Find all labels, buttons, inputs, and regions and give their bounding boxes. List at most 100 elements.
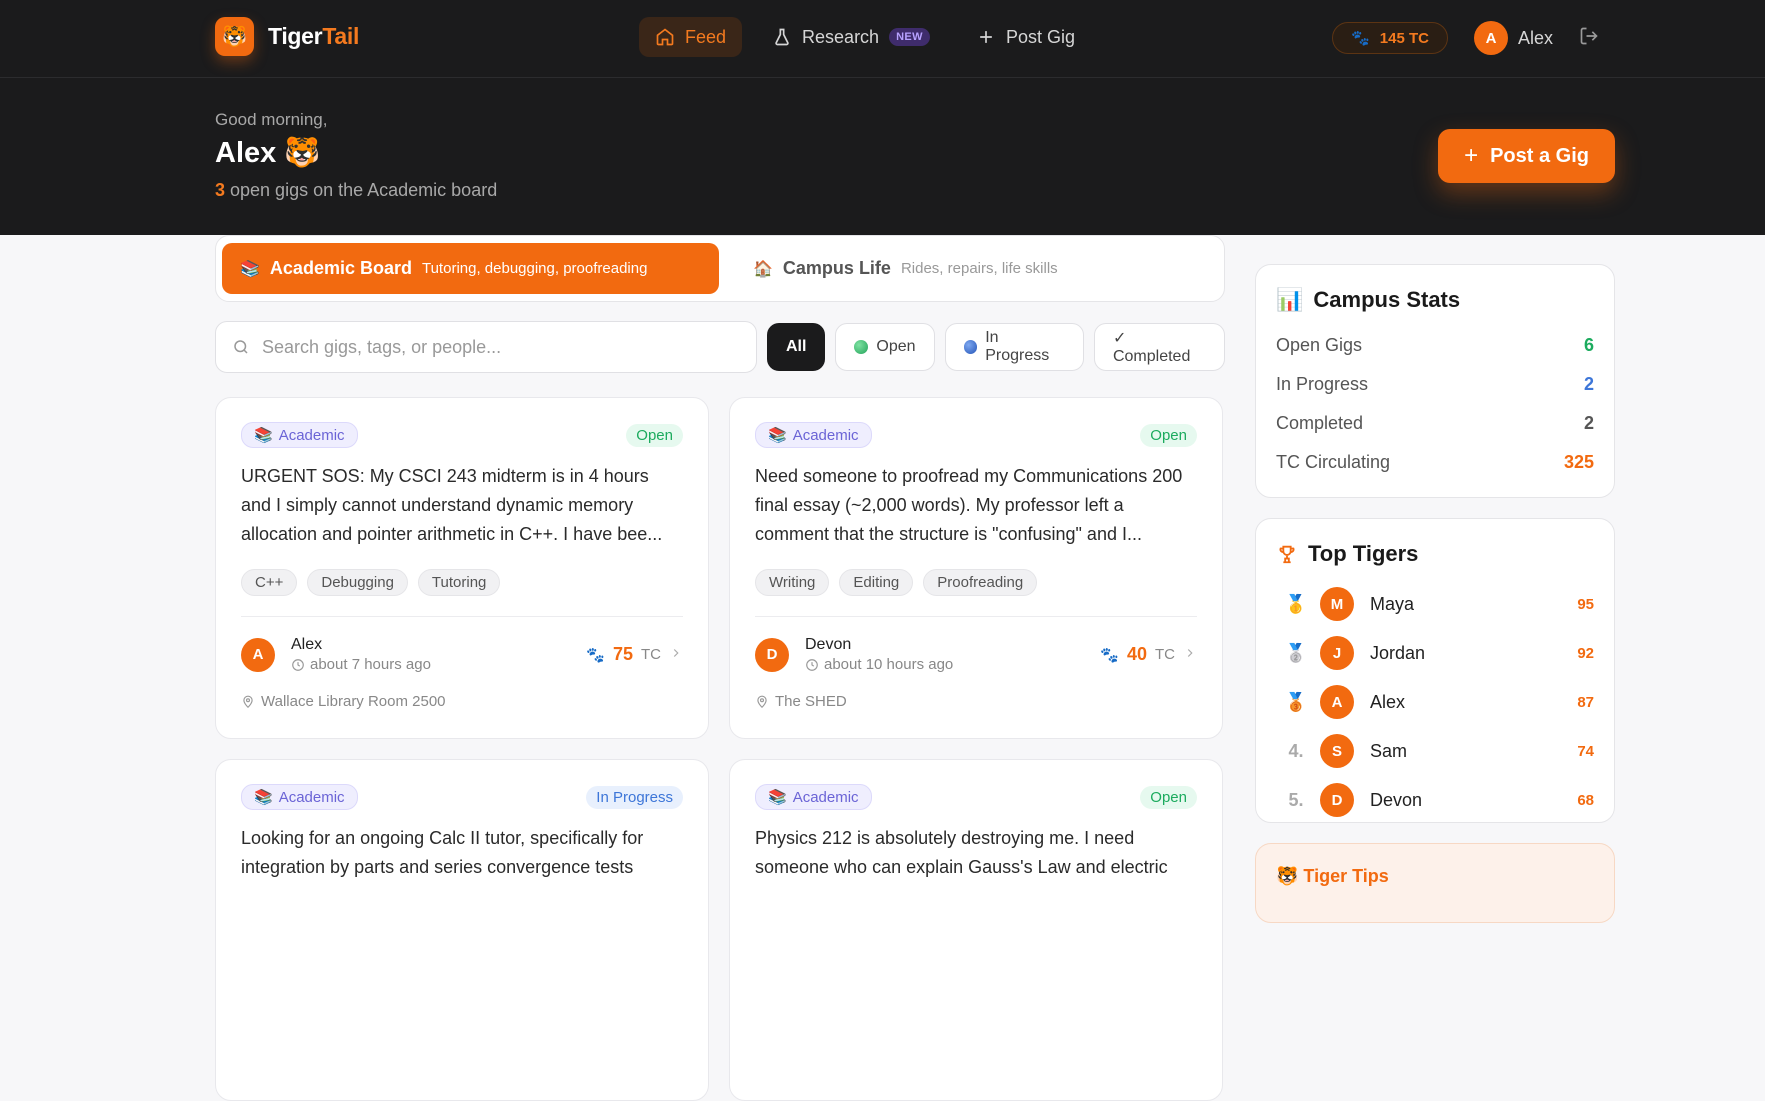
logout-button[interactable] (1579, 26, 1599, 51)
house-icon: 🏠 (753, 260, 773, 278)
campus-stats-panel: 📊 Campus Stats Open Gigs 6 In Progress 2 Co… (1255, 264, 1615, 498)
books-icon: 📚 (254, 427, 273, 444)
filter-open[interactable]: Open (835, 323, 935, 371)
category-tag: 📚 Academic (755, 784, 872, 810)
category-tag: 📚 Academic (755, 422, 872, 448)
gig-card[interactable]: 📚 Academic Open Need someone to proofread… (729, 397, 1223, 739)
brand[interactable]: 🐯 TigerTail (215, 17, 359, 56)
avatar: D (755, 637, 789, 672)
hero-name: Alex 🐯 (215, 137, 321, 169)
search-input[interactable]: Search gigs, tags, or people... (215, 321, 757, 373)
bar-chart-icon: 📊 (1276, 287, 1304, 312)
gig-description: Physics 212 is absolutely destroying me.… (755, 828, 1168, 877)
board-switcher: 📚 Academic Board Tutoring, debugging, pr… (215, 235, 1225, 302)
reward: 🐾 75 TC (586, 644, 683, 665)
rank-number: 4. (1288, 740, 1304, 761)
gig-card[interactable]: 📚 Academic In Progress Looking for an ong… (215, 759, 709, 1101)
silver-medal-icon: 🥈 (1284, 642, 1308, 663)
gig-card[interactable]: 📚 Academic Open Physics 212 is absolutely… (729, 759, 1223, 1101)
post-a-gig-button[interactable]: + Post a Gig (1438, 129, 1615, 183)
rank-number: 5. (1288, 789, 1304, 810)
filter-all[interactable]: All (766, 323, 826, 371)
user-name: Alex (1517, 27, 1553, 48)
reward: 🐾 40 TC (1100, 644, 1197, 665)
status-badge: Open (1140, 423, 1197, 447)
avatar: D (1320, 783, 1354, 817)
status-badge: In Progress (586, 785, 683, 809)
top-tigers-panel: Top Tigers 🥇 M Maya 95 🥈 J Jordan 92 🥉 A Alex 87 … (1255, 518, 1615, 823)
new-badge: NEW (889, 28, 930, 46)
stat-row: TC Circulating 325 (1276, 452, 1594, 472)
feed-main: 📚 Academic Board Tutoring, debugging, pr… (215, 235, 1225, 1101)
filter-in-progress[interactable]: In Progress (944, 323, 1084, 371)
skill-tag[interactable]: Tutoring (417, 569, 501, 596)
category-tag: 📚 Academic (241, 422, 358, 448)
leaderboard-row[interactable]: 🥈 J Jordan 92 (1276, 636, 1594, 670)
skill-tag[interactable]: Debugging (307, 569, 408, 596)
tag-list: C++ Debugging Tutoring (241, 569, 683, 596)
books-icon: 📚 (240, 260, 260, 278)
tc-balance[interactable]: 🐾 145 TC (1332, 22, 1448, 54)
leaderboard-row[interactable]: 5. D Devon 68 (1276, 783, 1594, 817)
main-nav: Feed Research NEW Post Gig (639, 17, 1091, 57)
gig-grid: 📚 Academic Open URGENT SOS: My CSCI 243 m… (215, 397, 1225, 1101)
gig-card[interactable]: 📚 Academic Open URGENT SOS: My CSCI 243 m… (215, 397, 709, 739)
paw-icon: 🐾 (586, 646, 605, 664)
blue-dot-icon (963, 340, 978, 354)
panel-title: Top Tigers (1308, 541, 1419, 566)
plus-icon (980, 31, 992, 43)
leaderboard-row[interactable]: 4. S Sam 74 (1276, 734, 1594, 768)
search-icon (234, 340, 248, 354)
avatar: A (1320, 685, 1354, 719)
bronze-medal-icon: 🥉 (1284, 691, 1308, 712)
home-icon (656, 28, 674, 46)
avatar: S (1320, 734, 1354, 768)
map-pin-icon (243, 695, 253, 708)
panel-title: Campus Stats (1313, 287, 1461, 312)
books-icon: 📚 (768, 427, 787, 444)
leaderboard-row[interactable]: 🥉 A Alex 87 (1276, 685, 1594, 719)
divider (755, 616, 1197, 617)
tag-list: Writing Editing Proofreading (755, 569, 1197, 596)
skill-tag[interactable]: C++ (241, 569, 298, 596)
post-time: about 10 hours ago (805, 656, 953, 673)
stat-row: Open Gigs 6 (1276, 335, 1594, 355)
poster-name: Alex (291, 636, 323, 653)
account-area: 🐾 145 TC A Alex (1332, 21, 1599, 55)
tab-academic-board[interactable]: 📚 Academic Board Tutoring, debugging, pr… (222, 243, 719, 294)
stat-row: Completed 2 (1276, 413, 1594, 433)
avatar: A (1473, 21, 1508, 55)
user-menu[interactable]: A Alex (1473, 21, 1553, 55)
skill-tag[interactable]: Writing (755, 569, 830, 596)
category-tag: 📚 Academic (241, 784, 358, 810)
green-dot-icon (854, 340, 869, 354)
tiger-logo-icon: 🐯 (215, 17, 254, 56)
sidebar: 📊 Campus Stats Open Gigs 6 In Progress 2 Co… (1255, 264, 1615, 923)
nav-feed[interactable]: Feed (639, 17, 743, 57)
gig-description: URGENT SOS: My CSCI 243 midterm is in 4 … (241, 466, 663, 544)
nav-research[interactable]: Research NEW (756, 17, 946, 57)
clock-icon (292, 658, 304, 671)
paw-icon: 🐾 (1100, 646, 1119, 664)
gig-description: Need someone to proofread my Communicati… (755, 466, 1183, 544)
greeting: Good morning, (215, 110, 328, 129)
gig-location: The SHED (755, 693, 847, 710)
stat-row: In Progress 2 (1276, 374, 1594, 394)
brand-name: TigerTail (268, 23, 360, 49)
leaderboard-row[interactable]: 🥇 M Maya 95 (1276, 587, 1594, 621)
chevron-right-icon[interactable] (669, 646, 683, 664)
filter-completed[interactable]: ✓ Completed (1093, 323, 1225, 371)
tab-campus-life[interactable]: 🏠 Campus Life Rides, repairs, life skill… (735, 243, 1076, 294)
skill-tag[interactable]: Proofreading (923, 569, 1038, 596)
map-pin-icon (757, 695, 767, 708)
avatar: M (1320, 587, 1354, 621)
skill-tag[interactable]: Editing (839, 569, 914, 596)
gig-description: Looking for an ongoing Calc II tutor, sp… (241, 828, 644, 877)
status-badge: Open (1140, 785, 1197, 809)
tiger-tips-panel: 🐯 Tiger Tips (1255, 843, 1615, 923)
nav-post-gig[interactable]: Post Gig (960, 17, 1091, 57)
avatar: A (241, 637, 275, 672)
open-gigs-summary: 3 open gigs on the Academic board (215, 180, 498, 200)
chevron-right-icon[interactable] (1183, 646, 1197, 664)
clock-icon (806, 658, 818, 671)
